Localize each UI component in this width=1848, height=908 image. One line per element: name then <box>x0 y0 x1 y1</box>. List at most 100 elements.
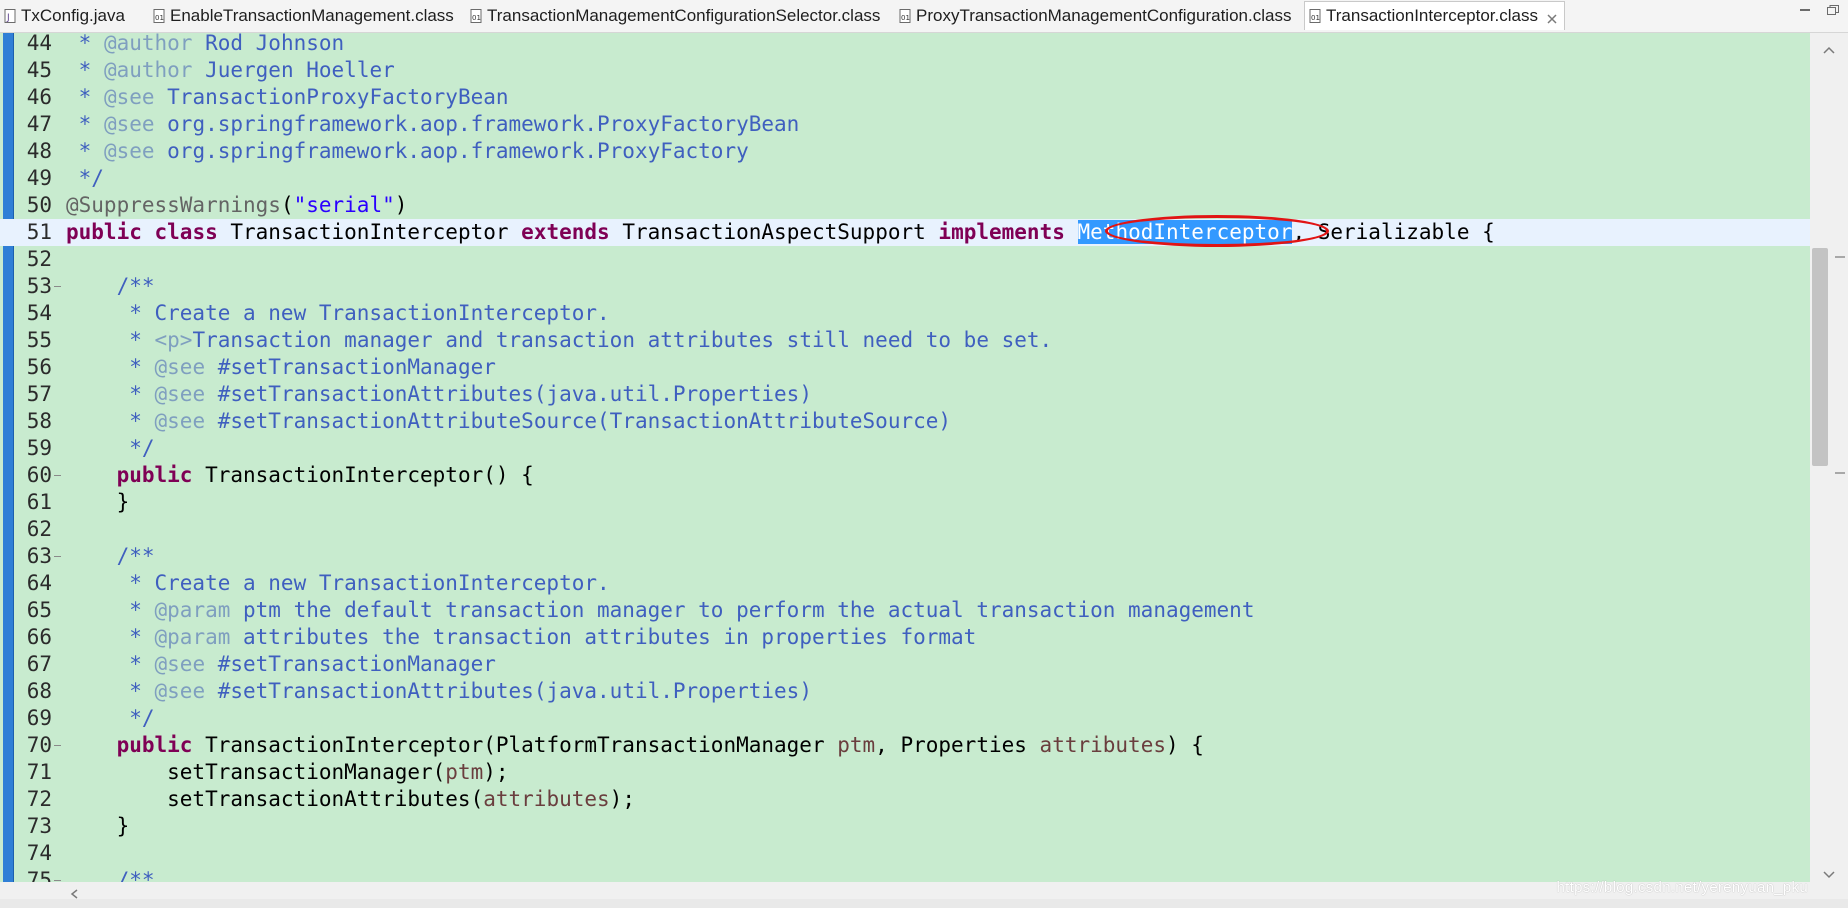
tab-enabletransactionmanagement-class[interactable]: 01 EnableTransactionManagement.class <box>153 2 454 29</box>
code-line[interactable]: 65 * @param ptm the default transaction … <box>0 597 1810 624</box>
code-token: * <box>66 625 155 649</box>
code-line[interactable]: 63 /** <box>0 543 1810 570</box>
code-token: @see <box>154 652 206 676</box>
line-number: 55 <box>26 328 52 352</box>
scroll-down-icon[interactable] <box>1823 866 1835 879</box>
tab-transactionmanagementconfigurationselector-class[interactable]: 01 TransactionManagementConfigurationSel… <box>470 2 880 29</box>
line-number: 45 <box>26 58 52 82</box>
line-number: 54 <box>26 301 52 325</box>
code-line[interactable]: 64 * Create a new TransactionInterceptor… <box>0 570 1810 597</box>
code-line[interactable]: 73 } <box>0 813 1810 840</box>
code-token: implements <box>938 220 1065 244</box>
code-token: attributes the transaction attributes in… <box>230 625 977 649</box>
overview-ruler-mark[interactable] <box>1835 472 1845 474</box>
code-line[interactable]: 72 setTransactionAttributes(attributes); <box>0 786 1810 813</box>
class-file-icon: 01 <box>899 8 911 23</box>
code-line[interactable]: 45 * @author Juergen Hoeller <box>0 57 1810 84</box>
code-line[interactable]: 49 */ <box>0 165 1810 192</box>
code-line[interactable]: 55 * <p>Transaction manager and transact… <box>0 327 1810 354</box>
line-number: 58 <box>26 409 52 433</box>
code-token: TransactionAspectSupport <box>609 220 939 244</box>
code-line[interactable]: 56 * @see #setTransactionManager <box>0 354 1810 381</box>
code-token: ptm <box>837 733 876 757</box>
scroll-left-icon[interactable] <box>70 886 78 899</box>
code-token: ); <box>609 787 635 811</box>
code-token: #setTransactionAttributes(java.util.Prop… <box>205 382 812 406</box>
tab-label: TransactionManagementConfigurationSelect… <box>487 5 881 25</box>
code-token: * <box>66 355 155 379</box>
code-line[interactable]: 48 * @see org.springframework.aop.framew… <box>0 138 1810 165</box>
tab-transactioninterceptor-class[interactable]: 01 TransactionInterceptor.class <box>1304 1 1565 30</box>
fold-marker-icon[interactable] <box>54 475 61 476</box>
code-line[interactable]: 61 } <box>0 489 1810 516</box>
close-icon[interactable] <box>1546 10 1558 24</box>
code-token: * <box>66 652 155 676</box>
code-token: "serial" <box>293 193 395 217</box>
code-text: * @see #setTransactionAttributes(java.ut… <box>66 381 812 408</box>
code-editor[interactable]: 44 * @author Rod Johnson 45 * @author Jue… <box>0 33 1810 882</box>
code-token: * <box>66 328 155 352</box>
code-line[interactable]: 47 * @see org.springframework.aop.framew… <box>0 111 1810 138</box>
code-line[interactable]: 50 @SuppressWarnings("serial") <box>0 192 1810 219</box>
line-number: 68 <box>26 679 52 703</box>
line-number: 66 <box>26 625 52 649</box>
code-line[interactable]: 66 * @param attributes the transaction a… <box>0 624 1810 651</box>
code-line[interactable]: 62 <box>0 516 1810 543</box>
vertical-scrollbar[interactable] <box>1811 33 1848 882</box>
code-line[interactable]: 74 <box>0 840 1810 867</box>
code-token: } <box>66 490 130 514</box>
tab-txconfig-java[interactable]: J TxConfig.java <box>4 2 125 29</box>
code-line[interactable]: 58 * @see #setTransactionAttributeSource… <box>0 408 1810 435</box>
restore-icon[interactable] <box>1826 3 1840 15</box>
code-line[interactable]: 71 setTransactionManager(ptm); <box>0 759 1810 786</box>
code-line[interactable]: 70 public TransactionInterceptor(Platfor… <box>0 732 1810 759</box>
code-text: setTransactionAttributes(attributes); <box>66 786 635 813</box>
svg-text:01: 01 <box>1311 14 1320 22</box>
tab-proxytransactionmanagementconfiguration-class[interactable]: 01 ProxyTransactionManagementConfigurati… <box>899 2 1291 29</box>
code-token: ptm the default transaction manager to p… <box>230 598 1255 622</box>
code-text: * @see #setTransactionAttributes(java.ut… <box>66 678 812 705</box>
code-line[interactable]: 44 * @author Rod Johnson <box>0 33 1810 57</box>
code-token: ptm <box>445 760 484 784</box>
code-token: org.springframework.aop.framework.ProxyF… <box>154 112 800 136</box>
fold-marker-icon[interactable] <box>54 745 61 746</box>
code-line[interactable]: 51 public class TransactionInterceptor ex… <box>0 215 1810 247</box>
code-line[interactable]: 57 * @see #setTransactionAttributes(java… <box>0 381 1810 408</box>
code-line[interactable]: 54 * Create a new TransactionInterceptor… <box>0 300 1810 327</box>
overview-ruler-mark[interactable] <box>1835 256 1845 258</box>
code-text: } <box>66 489 130 516</box>
code-token: * <box>66 33 104 55</box>
window-controls <box>1798 3 1840 15</box>
scrollbar-thumb[interactable] <box>1812 248 1828 466</box>
fold-marker-icon[interactable] <box>54 286 61 287</box>
class-file-icon: 01 <box>470 8 482 23</box>
line-number: 50 <box>26 193 52 217</box>
code-token: * <box>66 139 104 163</box>
minimize-icon[interactable] <box>1798 3 1812 15</box>
fold-marker-icon[interactable] <box>54 880 61 881</box>
horizontal-scrollbar[interactable] <box>0 882 1811 899</box>
code-line[interactable]: 75 /** <box>0 867 1810 882</box>
code-token: attributes <box>483 787 610 811</box>
fold-marker-icon[interactable] <box>54 556 61 557</box>
code-text: * @see #setTransactionManager <box>66 651 496 678</box>
code-text: * Create a new TransactionInterceptor. <box>66 300 609 327</box>
code-line[interactable]: 68 * @see #setTransactionAttributes(java… <box>0 678 1810 705</box>
scroll-up-icon[interactable] <box>1823 41 1835 54</box>
code-text: * @param attributes the transaction attr… <box>66 624 976 651</box>
code-line[interactable]: 53 /** <box>0 273 1810 300</box>
line-number: 64 <box>26 571 52 595</box>
code-token: TransactionInterceptor(PlatformTransacti… <box>192 733 838 757</box>
editor-tab-bar: J TxConfig.java 01 EnableTransactionMana… <box>0 0 1848 33</box>
code-line[interactable]: 52 <box>0 246 1810 273</box>
code-token: @param <box>154 625 231 649</box>
code-text: * Create a new TransactionInterceptor. <box>66 570 609 597</box>
code-line[interactable]: 69 */ <box>0 705 1810 732</box>
code-token: @author <box>103 58 193 82</box>
code-line[interactable]: 60 public TransactionInterceptor() { <box>0 462 1810 489</box>
code-line[interactable]: 59 */ <box>0 435 1810 462</box>
class-file-icon: 01 <box>153 8 165 23</box>
code-line[interactable]: 46 * @see TransactionProxyFactoryBean <box>0 84 1810 111</box>
code-line[interactable]: 67 * @see #setTransactionManager <box>0 651 1810 678</box>
